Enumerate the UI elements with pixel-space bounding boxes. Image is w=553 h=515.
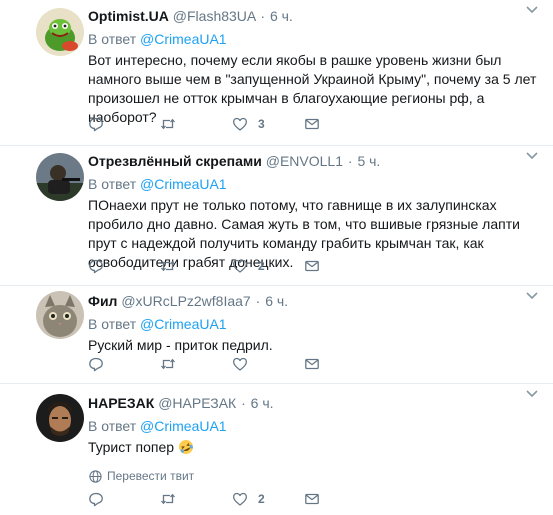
separator-dot: · [260, 8, 266, 24]
like-button[interactable] [232, 356, 304, 372]
avatar-image [36, 8, 84, 56]
reply-prefix: В ответ [88, 176, 137, 192]
tweet-actions [88, 354, 376, 374]
like-icon [232, 492, 248, 506]
dm-icon [305, 358, 319, 370]
user-handle[interactable]: @НАРЕЗАК [158, 395, 236, 411]
caret-down-icon[interactable] [525, 290, 539, 302]
globe-icon [89, 469, 102, 483]
reply-prefix: В ответ [88, 418, 137, 434]
tweet-text: Турист попер [88, 439, 175, 455]
reply-mention-link[interactable]: @CrimeaUA1 [140, 31, 227, 47]
tweet-actions: 2 [88, 256, 376, 276]
tweet-actions: 3 [88, 114, 376, 134]
display-name[interactable]: Фил [88, 293, 117, 309]
translate-label: Перевести твит [107, 469, 195, 483]
like-count: 3 [258, 117, 265, 131]
tweet-3[interactable]: Фил @xURcLPz2wf8Iaa7 · 6 ч. В ответ @Cri… [0, 286, 553, 384]
user-handle[interactable]: @xURcLPz2wf8Iaa7 [121, 293, 250, 309]
like-count: 2 [258, 259, 265, 273]
avatar[interactable] [36, 153, 84, 201]
user-handle[interactable]: @ENVOLL1 [266, 153, 343, 169]
dm-button[interactable] [304, 258, 376, 274]
caret-down-icon[interactable] [525, 150, 539, 162]
avatar-image [36, 153, 84, 201]
separator-dot: · [255, 293, 261, 309]
display-name[interactable]: НАРЕЗАК [88, 395, 154, 411]
tweet-header: Optimist.UA @Flash83UA · 6 ч. [88, 6, 539, 26]
reply-prefix: В ответ [88, 31, 137, 47]
retweet-icon [161, 493, 175, 505]
retweet-button[interactable] [160, 258, 232, 274]
retweet-button[interactable] [160, 491, 232, 507]
reply-context: В ответ @CrimeaUA1 [88, 314, 539, 334]
reply-feed: Optimist.UA @Flash83UA · 6 ч. В ответ @C… [0, 0, 553, 515]
reply-mention-link[interactable]: @CrimeaUA1 [140, 176, 227, 192]
like-button[interactable]: 3 [232, 116, 304, 132]
dm-icon [305, 118, 319, 130]
tweet-actions: 2 [88, 489, 376, 509]
reply-icon [89, 357, 103, 372]
like-count: 2 [258, 492, 265, 506]
avatar-image [36, 291, 84, 339]
reply-icon [89, 259, 103, 274]
reply-icon [89, 492, 103, 507]
tweet-text-container: Турист попер [88, 438, 539, 457]
reply-mention-link[interactable]: @CrimeaUA1 [140, 316, 227, 332]
avatar[interactable] [36, 291, 84, 339]
user-handle[interactable]: @Flash83UA [173, 8, 256, 24]
avatar[interactable] [36, 394, 84, 442]
tweet-2[interactable]: Отрезвлённый скрепами @ENVOLL1 · 5 ч. В … [0, 146, 553, 286]
retweet-icon [161, 118, 175, 130]
reply-button[interactable] [88, 116, 160, 132]
timestamp[interactable]: 6 ч. [265, 293, 288, 309]
rofl-emoji [178, 440, 193, 454]
translate-tweet-link[interactable]: Перевести твит [88, 469, 539, 483]
dm-icon [305, 493, 319, 505]
tweet-1[interactable]: Optimist.UA @Flash83UA · 6 ч. В ответ @C… [0, 0, 553, 146]
like-icon [232, 259, 248, 273]
reply-mention-link[interactable]: @CrimeaUA1 [140, 418, 227, 434]
reply-context: В ответ @CrimeaUA1 [88, 416, 539, 436]
reply-context: В ответ @CrimeaUA1 [88, 174, 539, 194]
dm-button[interactable] [304, 116, 376, 132]
tweet-header: НАРЕЗАК @НАРЕЗАК · 6 ч. [88, 393, 539, 413]
separator-dot: · [241, 395, 246, 411]
retweet-button[interactable] [160, 356, 232, 372]
dm-icon [305, 260, 319, 272]
reply-button[interactable] [88, 258, 160, 274]
like-button[interactable]: 2 [232, 258, 304, 274]
retweet-icon [161, 260, 175, 272]
tweet-header: Отрезвлённый скрепами @ENVOLL1 · 5 ч. [88, 151, 539, 171]
timestamp[interactable]: 6 ч. [270, 8, 293, 24]
caret-down-icon[interactable] [525, 388, 539, 400]
like-icon [232, 357, 248, 371]
retweet-icon [161, 358, 175, 370]
reply-context: В ответ @CrimeaUA1 [88, 29, 539, 49]
caret-down-icon[interactable] [525, 4, 539, 16]
timestamp[interactable]: 5 ч. [357, 153, 380, 169]
reply-button[interactable] [88, 356, 160, 372]
retweet-button[interactable] [160, 116, 232, 132]
avatar-image [36, 394, 84, 442]
tweet-header: Фил @xURcLPz2wf8Iaa7 · 6 ч. [88, 291, 539, 311]
reply-prefix: В ответ [88, 316, 137, 332]
reply-icon [89, 117, 103, 132]
display-name[interactable]: Optimist.UA [88, 8, 169, 24]
dm-button[interactable] [304, 491, 376, 507]
timestamp[interactable]: 6 ч. [251, 395, 274, 411]
avatar[interactable] [36, 8, 84, 56]
tweet-text: Руский мир - приток педрил. [88, 337, 273, 353]
display-name[interactable]: Отрезвлённый скрепами [88, 153, 262, 169]
separator-dot: · [347, 153, 353, 169]
like-icon [232, 117, 248, 131]
tweet-4[interactable]: НАРЕЗАК @НАРЕЗАК · 6 ч. В ответ @CrimeaU… [0, 384, 553, 515]
reply-button[interactable] [88, 491, 160, 507]
like-button[interactable]: 2 [232, 491, 304, 507]
dm-button[interactable] [304, 356, 376, 372]
